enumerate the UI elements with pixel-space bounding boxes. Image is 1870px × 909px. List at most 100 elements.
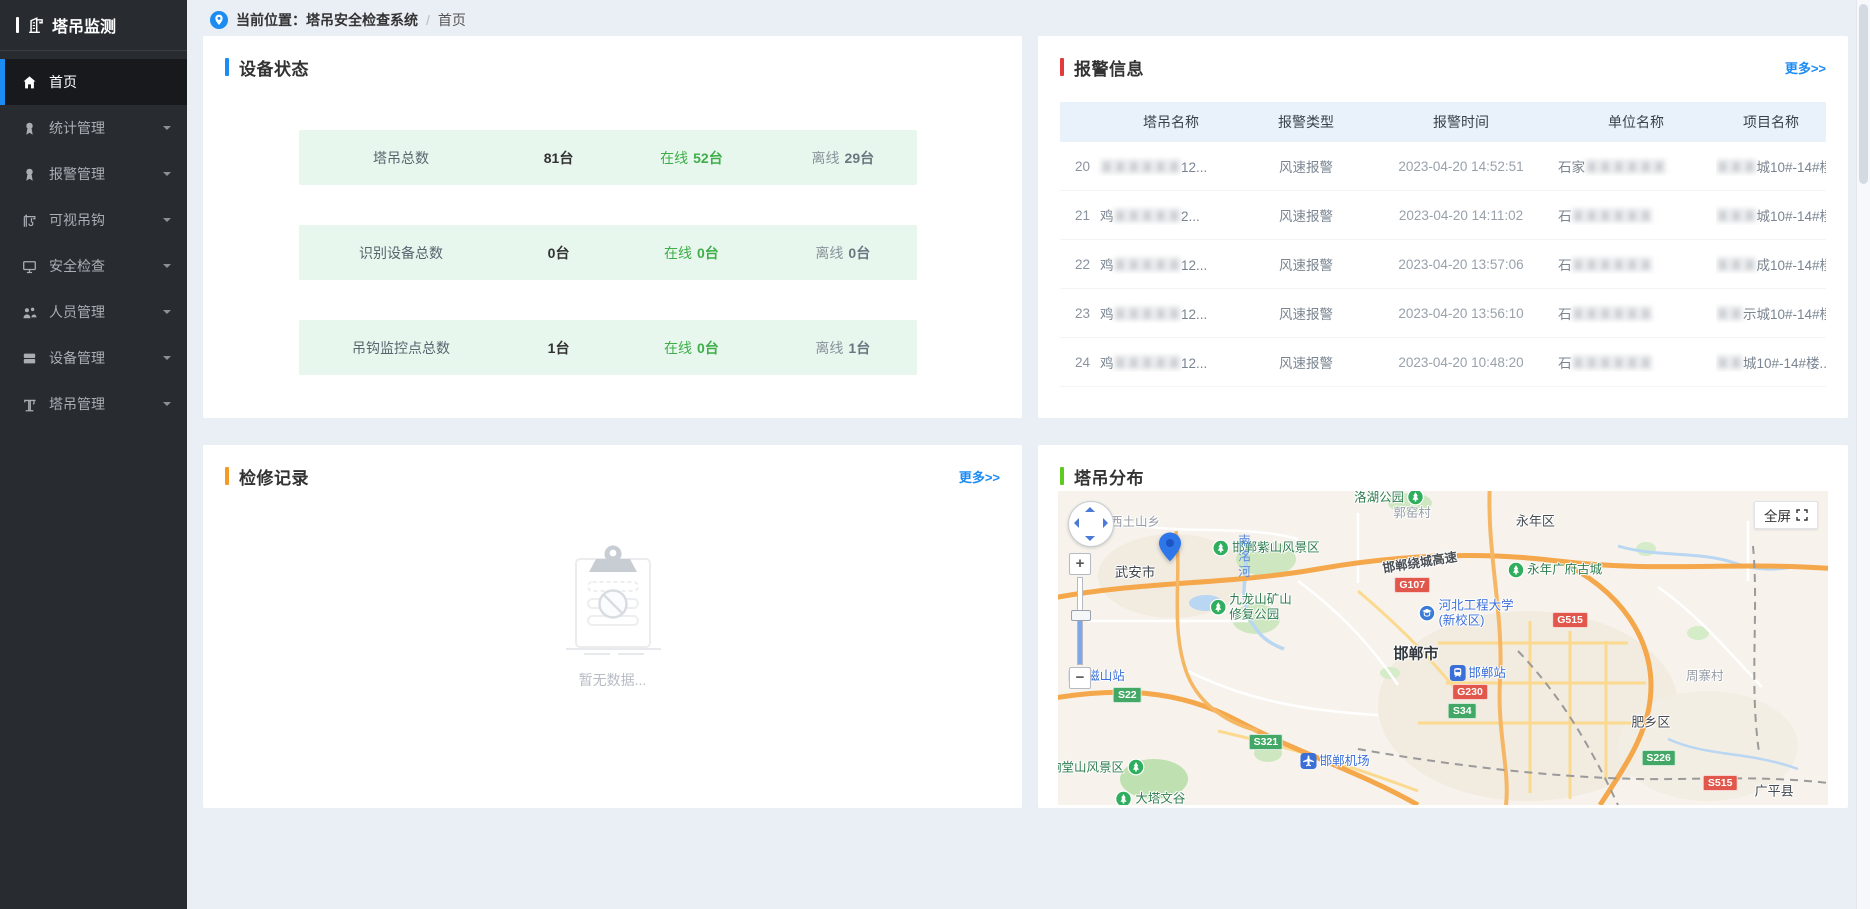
cell-text: 石家 — [1558, 160, 1585, 175]
scrollbar-thumb[interactable] — [1859, 4, 1868, 184]
page-scrollbar[interactable] — [1856, 0, 1870, 909]
map-pan-control[interactable] — [1068, 501, 1114, 547]
sidebar-item-label: 首页 — [49, 72, 77, 92]
sidebar-item-7[interactable]: 塔吊管理 — [0, 381, 187, 427]
crane-location-marker[interactable] — [1158, 532, 1181, 561]
column-header: 报警类型 — [1246, 112, 1366, 132]
map-poi-icon — [1301, 753, 1317, 769]
maintenance-more-link[interactable]: 更多>> — [959, 467, 1000, 486]
map-label-text: 九龙山矿山修复公园 — [1229, 593, 1292, 622]
map-label-text: 肥乡区 — [1631, 716, 1670, 731]
map-zoom-slider[interactable] — [1077, 577, 1083, 665]
map-poi-icon — [1212, 539, 1229, 556]
alarm-table-body: 20某某某某某某12...风速报警2023-04-20 14:52:51石家某某… — [1060, 142, 1826, 387]
redacted-text: 某某 — [1716, 307, 1743, 322]
redacted-text: 某某 — [1716, 356, 1743, 371]
sidebar-item-label: 塔吊管理 — [49, 394, 105, 414]
sidebar: 塔吊监测 首页统计管理报警管理可视吊钩安全检查人员管理设备管理塔吊管理 — [0, 0, 187, 909]
sidebar-menu: 首页统计管理报警管理可视吊钩安全检查人员管理设备管理塔吊管理 — [0, 51, 187, 427]
university-poi: 河北工程大学(新校区) — [1419, 599, 1514, 628]
district-label: 肥乡区 — [1631, 716, 1670, 731]
map-zoom-in-button[interactable]: + — [1069, 553, 1091, 575]
status-offline: 离线0台 — [769, 243, 917, 263]
map-label-text: 武安市 — [1115, 565, 1156, 581]
map-poi-icon — [1115, 790, 1132, 805]
sidebar-item-3[interactable]: 可视吊钩 — [0, 197, 187, 243]
map-poi-icon — [1407, 491, 1424, 506]
sidebar-item-2[interactable]: 报警管理 — [0, 151, 187, 197]
status-offline-value: 0台 — [848, 245, 870, 261]
cell-text: 城10#-14#楼... — [1743, 356, 1826, 371]
sidebar-item-label: 设备管理 — [49, 348, 105, 368]
sidebar-item-5[interactable]: 人员管理 — [0, 289, 187, 335]
status-online-label: 在线 — [660, 150, 688, 166]
status-online: 在线 0台 — [614, 243, 769, 263]
map-zoom-out-button[interactable]: − — [1069, 667, 1091, 689]
sidebar-item-4[interactable]: 安全检查 — [0, 243, 187, 289]
fullscreen-button[interactable]: 全屏 — [1754, 501, 1818, 529]
column-header: 报警时间 — [1366, 112, 1556, 132]
park-poi: 洛湖公园 — [1354, 491, 1424, 506]
status-online-value: 52台 — [693, 150, 723, 166]
crane-distribution-map[interactable]: + − 全屏 西土山乡郭窑村洛湖公园永年区邯郸紫山风景区邯郸绕城高速永年广府古城… — [1058, 491, 1828, 805]
town-label: 郭窑村 — [1393, 506, 1431, 520]
crane-name-cell: 鸡某某某某某2... — [1096, 205, 1246, 225]
road-number-badge: S22 — [1113, 687, 1142, 703]
park-poi: 大塔文谷 — [1115, 790, 1185, 805]
sidebar-item-1[interactable]: 统计管理 — [0, 105, 187, 151]
cell-text: 鸡 — [1100, 209, 1114, 224]
empty-text: 暂无数据... — [554, 670, 672, 690]
map-label-text: 邯郸机场 — [1320, 754, 1370, 768]
chevron-down-icon — [163, 402, 171, 410]
sidebar-item-label: 可视吊钩 — [49, 210, 105, 230]
crane-icon — [22, 397, 37, 412]
map-poi-icon — [1507, 561, 1524, 578]
title-accent-bar — [225, 467, 229, 485]
map-poi-icon — [1209, 599, 1226, 616]
device-status-row: 吊钩监控点总数1台在线0台离线1台 — [299, 320, 917, 375]
sidebar-item-6[interactable]: 设备管理 — [0, 335, 187, 381]
status-online: 在线0台 — [614, 338, 769, 358]
alarm-time-cell: 2023-04-20 14:52:51 — [1366, 159, 1556, 174]
project-name-cell: 某某某城10#-14#楼... — [1716, 156, 1826, 176]
panel-device-status: 设备状态 塔吊总数81台在线52台离线29台识别设备总数0台在线0台离线0台吊钩… — [203, 36, 1022, 418]
pan-down-icon[interactable] — [1085, 536, 1095, 541]
cell-text: 成10#-14#楼... — [1757, 258, 1827, 273]
alarm-more-link[interactable]: 更多>> — [1785, 58, 1826, 77]
unit-name-cell: 石家某某某某某某 — [1556, 156, 1716, 176]
pan-right-icon[interactable] — [1103, 518, 1108, 528]
map-label-text: 郭窑村 — [1393, 506, 1431, 520]
crane-name-cell: 鸡某某某某某12... — [1096, 352, 1246, 372]
breadcrumb-system[interactable]: 塔吊安全检查系统 — [306, 10, 418, 30]
map-label-text: 广平县 — [1755, 785, 1794, 800]
redacted-text: 某某某某某某 — [1572, 307, 1653, 322]
road-number-badge: G107 — [1394, 577, 1430, 593]
status-online-value: 0台 — [697, 245, 719, 261]
row-index: 20 — [1060, 159, 1096, 174]
empty-state: 暂无数据... — [554, 537, 672, 690]
sidebar-item-0[interactable]: 首页 — [0, 59, 187, 105]
park-poi: 响堂山风景区 — [1058, 759, 1144, 776]
cell-text: 城10#-14#楼... — [1757, 209, 1827, 224]
pan-left-icon[interactable] — [1074, 518, 1079, 528]
inspection-icon — [22, 259, 37, 274]
zoom-slider-thumb[interactable] — [1071, 610, 1091, 621]
zoom-slider-fill — [1078, 616, 1082, 664]
row-index: 24 — [1060, 355, 1096, 370]
breadcrumb: 当前位置： 塔吊安全检查系统 / 首页 — [210, 8, 466, 32]
cell-text: 鸡 — [1100, 307, 1114, 322]
column-header: 塔吊名称 — [1096, 112, 1246, 132]
panel-title: 检修记录 — [239, 464, 309, 489]
cell-text: 城10#-14#楼... — [1757, 160, 1827, 175]
pan-up-icon[interactable] — [1085, 507, 1095, 512]
row-index: 23 — [1060, 306, 1096, 321]
project-name-cell: 某某某城10#-14#楼... — [1716, 205, 1826, 225]
cell-text: 示城10#-14#楼... — [1743, 307, 1826, 322]
alarm-table-row: 22鸡某某某某某12...风速报警2023-04-20 13:57:06石某某某… — [1060, 240, 1826, 289]
fullscreen-icon — [1796, 509, 1808, 521]
status-online-label: 在线 — [664, 245, 692, 261]
airport-poi: 邯郸机场 — [1301, 753, 1370, 769]
breadcrumb-current: 首页 — [438, 10, 466, 30]
railway-station-poi: 邯郸站 — [1449, 665, 1506, 681]
alarm-type-cell: 风速报警 — [1246, 303, 1366, 323]
